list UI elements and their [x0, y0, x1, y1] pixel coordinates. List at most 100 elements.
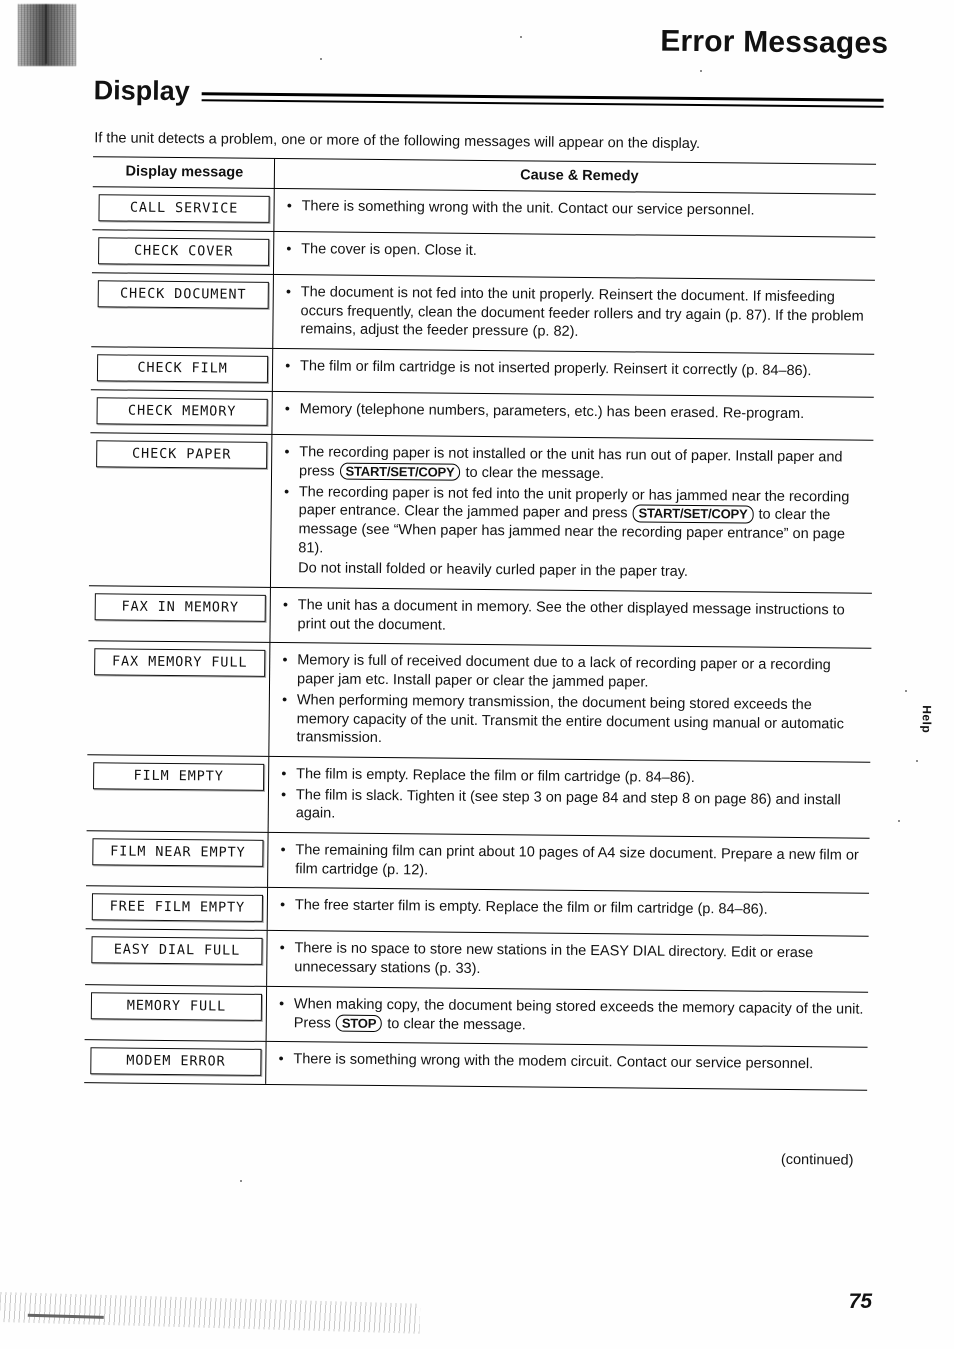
cause-item: Do not install folded or heavily curled …: [298, 560, 689, 581]
table-cell-cause-remedy: Memory (telephone numbers, parameters, e…: [272, 392, 873, 440]
section-heading: Display: [94, 75, 884, 114]
page-number: 75: [848, 1290, 872, 1313]
table-row: CHECK DOCUMENT The document is not fed in…: [91, 273, 875, 355]
table-cell-cause-remedy: The film or film cartridge is not insert…: [273, 349, 874, 397]
table-row: MEMORY FULL When making copy, the documen…: [84, 985, 869, 1048]
table-cell-display-message: CHECK COVER: [91, 230, 275, 274]
cause-list: The cover is open. Close it.: [286, 240, 871, 264]
table-row: MODEM ERROR There is something wrong with…: [84, 1040, 867, 1090]
scanned-page: Error Messages Display If the unit detec…: [0, 0, 954, 1349]
table-cell-display-message: EASY DIAL FULL: [85, 929, 268, 986]
display-message-chip: FILM EMPTY: [93, 762, 265, 791]
display-message-chip: CHECK FILM: [96, 354, 269, 384]
display-message-chip: FILM NEAR EMPTY: [92, 838, 264, 867]
table-row: FAX MEMORY FULL Memory is full of receive…: [87, 641, 872, 763]
table-row: FILM NEAR EMPTY The remaining film can pr…: [86, 831, 870, 895]
display-message-chip: CHECK PAPER: [96, 440, 268, 470]
table-row: CHECK COVER The cover is open. Close it.: [91, 230, 876, 281]
cause-item: When performing memory transmission, the…: [281, 691, 867, 753]
display-message-chip: FAX MEMORY FULL: [94, 648, 266, 678]
table-cell-display-message: CHECK DOCUMENT: [91, 273, 274, 349]
cause-list: The unit has a document in memory. See t…: [283, 596, 868, 639]
table-cell-cause-remedy: The remaining film can print about 10 pa…: [268, 833, 869, 893]
cause-list: The remaining film can print about 10 pa…: [280, 841, 865, 884]
table-cell-cause-remedy: There is something wrong with the modem …: [266, 1042, 867, 1090]
table-row: CHECK FILM The film or film cartridge is …: [90, 347, 875, 398]
table-cell-display-message: MEMORY FULL: [84, 985, 268, 1042]
table-row: CHECK PAPER The recording paper is not in…: [88, 433, 874, 594]
table-cell-cause-remedy: The unit has a document in memory. See t…: [270, 588, 871, 648]
display-message-chip: EASY DIAL FULL: [91, 936, 263, 966]
cause-list: There is something wrong with the unit. …: [287, 197, 872, 221]
column-header-display-message: Display message: [125, 163, 244, 181]
cause-item: There is no space to store new stations …: [279, 940, 864, 983]
display-message-chip: MODEM ERROR: [90, 1047, 262, 1077]
section-title: Display: [93, 75, 190, 107]
table-row: EASY DIAL FULL There is no space to store…: [85, 929, 869, 993]
display-message-chip: FREE FILM EMPTY: [91, 893, 263, 923]
table-cell-cause-remedy: The free starter film is empty. Replace …: [268, 888, 869, 936]
continued-note: (continued): [780, 1151, 854, 1169]
section-rule: [201, 92, 884, 108]
table-cell-display-message: FILM EMPTY: [86, 755, 270, 833]
table-cell-display-message: CHECK MEMORY: [90, 390, 273, 435]
table-row: FAX IN MEMORY The unit has a document in …: [88, 586, 872, 650]
table-cell-display-message: FILM NEAR EMPTY: [86, 831, 269, 888]
table-cell-cause-remedy: The cover is open. Close it.: [274, 232, 875, 280]
thumb-tab-help: Help: [919, 705, 934, 734]
display-message-chip: CHECK MEMORY: [96, 397, 268, 427]
cause-item: There is something wrong with the unit. …: [287, 197, 872, 221]
table-cell-cause-remedy: There is something wrong with the unit. …: [274, 189, 875, 237]
cause-list: The film is empty. Replace the film or f…: [281, 765, 867, 829]
cause-list: Memory is full of received document due …: [281, 652, 867, 753]
table-cell-cause-remedy: The document is not fed into the unit pr…: [273, 275, 875, 354]
cause-item: Memory is full of received document due …: [282, 652, 867, 695]
cause-list: The free starter film is empty. Replace …: [280, 897, 865, 921]
cause-list: The recording paper is not installed or …: [283, 443, 869, 584]
table-header-cell-message: Display message: [92, 157, 276, 188]
cause-item: There is something wrong with the modem …: [278, 1050, 863, 1074]
cause-list: Memory (telephone numbers, parameters, e…: [285, 400, 870, 424]
display-message-chip: CHECK COVER: [98, 237, 270, 266]
table-cell-cause-remedy: The recording paper is not installed or …: [271, 435, 873, 593]
cause-list: There is no space to store new stations …: [279, 940, 864, 983]
cause-item: The recording paper is not installed or …: [284, 443, 869, 486]
table-cell-display-message: FREE FILM EMPTY: [85, 886, 269, 931]
column-header-cause-remedy: Cause & Remedy: [520, 167, 639, 185]
display-message-chip: MEMORY FULL: [90, 992, 263, 1021]
intro-paragraph: If the unit detects a problem, one or mo…: [94, 130, 701, 153]
cause-item: The document is not fed into the unit pr…: [285, 283, 871, 345]
cause-item: The free starter film is empty. Replace …: [280, 897, 865, 921]
cause-item: When making copy, the document being sto…: [279, 995, 864, 1038]
table-cell-display-message: MODEM ERROR: [84, 1040, 267, 1085]
table-cell-cause-remedy: There is no space to store new stations …: [267, 931, 868, 991]
key-cap-start-set-copy: START/SET/COPY: [339, 462, 461, 481]
display-message-chip: FAX IN MEMORY: [94, 593, 266, 622]
table-cell-display-message: FAX MEMORY FULL: [87, 641, 271, 756]
cause-list: The film or film cartridge is not insert…: [285, 357, 870, 381]
table-row: CALL SERVICE There is something wrong wit…: [92, 187, 876, 238]
table-row: CHECK MEMORY Memory (telephone numbers, p…: [90, 390, 874, 441]
table-cell-cause-remedy: Memory is full of received document due …: [269, 643, 871, 761]
table-cell-cause-remedy: The film is empty. Replace the film or f…: [269, 757, 871, 838]
cause-item: The unit has a document in memory. See t…: [283, 596, 868, 639]
table-cell-display-message: CALL SERVICE: [92, 187, 275, 231]
key-cap-start-set-copy: START/SET/COPY: [632, 504, 754, 524]
table-cell-display-message: CHECK FILM: [90, 347, 274, 392]
table-cell-display-message: FAX IN MEMORY: [88, 586, 271, 643]
cause-item: The cover is open. Close it.: [286, 240, 871, 264]
cause-list: There is something wrong with the modem …: [278, 1050, 863, 1074]
table-cell-cause-remedy: When making copy, the document being sto…: [267, 987, 868, 1047]
cause-item: The recording paper is not fed into the …: [283, 483, 869, 563]
cause-item: The remaining film can print about 10 pa…: [280, 841, 865, 884]
cause-item: The film or film cartridge is not insert…: [285, 357, 870, 381]
cause-item: The film is slack. Tighten it (see step …: [281, 786, 866, 829]
display-message-chip: CHECK DOCUMENT: [97, 280, 269, 309]
display-message-chip: CALL SERVICE: [98, 194, 270, 223]
table-header-cell-cause: Cause & Remedy: [275, 159, 876, 194]
table-cell-display-message: CHECK PAPER: [88, 433, 273, 587]
table-row: FILM EMPTY The film is empty. Replace the…: [86, 755, 871, 839]
table-row: FREE FILM EMPTY The free starter film is …: [85, 886, 870, 938]
cause-list: When making copy, the document being sto…: [279, 995, 864, 1038]
chapter-title: Error Messages: [660, 24, 889, 60]
